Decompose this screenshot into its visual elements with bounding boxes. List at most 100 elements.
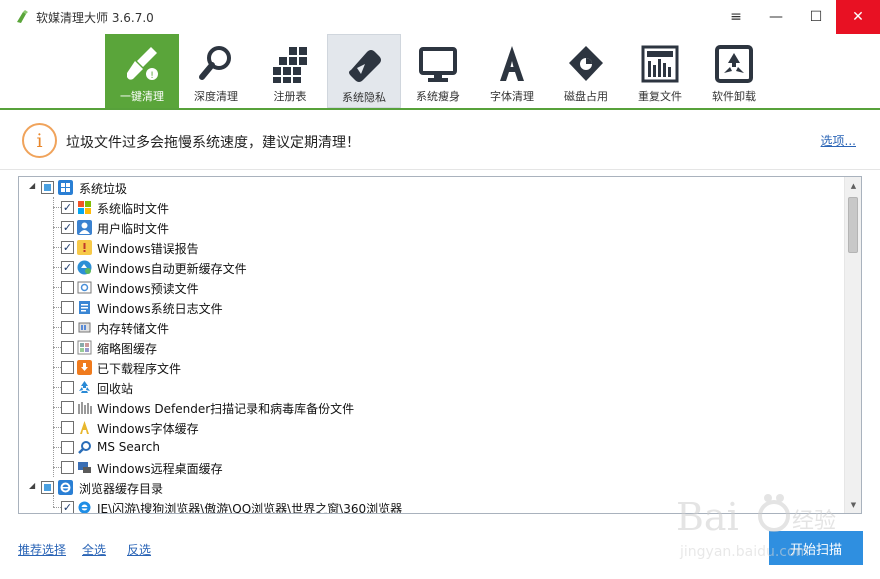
minimize-button[interactable]: — (756, 0, 796, 34)
item-label: IE\闪游\搜狗浏览器\傲游\QQ浏览器\世界之窗\360浏览器 (97, 502, 403, 514)
svg-text:经验: 经验 (792, 509, 836, 534)
item-label: 回收站 (97, 382, 134, 396)
download-icon (77, 360, 92, 375)
scrollbar-thumb[interactable] (848, 197, 858, 253)
menu-button[interactable]: ≡ (716, 0, 756, 34)
tree-guide (53, 327, 61, 328)
windows-logo-icon (58, 180, 73, 195)
invert-select-link[interactable]: 反选 (127, 541, 151, 558)
remote-desktop-icon (78, 462, 91, 473)
group-label: 浏览器缓存目录 (79, 482, 164, 496)
tree-item[interactable]: Windows Defender扫描记录和病毒库备份文件 (19, 397, 845, 417)
memory-dump-icon (78, 322, 91, 333)
tree-guide (53, 347, 61, 348)
group-label: 系统垃圾 (79, 182, 128, 196)
tab-label: 磁盘占用 (564, 90, 608, 103)
close-button[interactable]: ✕ (836, 0, 880, 34)
error-report-icon (77, 240, 92, 255)
tab-one-click-clean[interactable]: ! 一键清理 (105, 34, 179, 108)
item-checkbox[interactable] (61, 421, 74, 434)
maximize-button[interactable]: ☐ (796, 0, 836, 34)
tree-guide (53, 207, 61, 208)
item-checkbox[interactable] (61, 361, 74, 374)
collapse-arrow-icon[interactable]: ◢ (29, 481, 39, 493)
select-all-link[interactable]: 全选 (82, 541, 106, 558)
recommend-select-link[interactable]: 推荐选择 (18, 541, 66, 558)
group-checkbox[interactable] (41, 481, 54, 494)
tree-item[interactable]: Windows字体缓存 (19, 417, 845, 437)
tree-guide (53, 407, 61, 408)
item-checkbox[interactable] (61, 441, 74, 454)
font-a-icon (500, 46, 524, 81)
item-label: Windows自动更新缓存文件 (97, 262, 247, 276)
tree-item[interactable]: ✓ Windows错误报告 (19, 237, 845, 257)
tab-deep-clean[interactable]: 深度清理 (179, 34, 253, 108)
tree-item[interactable]: 回收站 (19, 377, 845, 397)
tab-label: 深度清理 (194, 90, 238, 103)
tree-guide (53, 227, 61, 228)
item-checkbox[interactable]: ✓ (61, 201, 74, 214)
scroll-up-arrow-icon[interactable]: ▲ (845, 177, 861, 194)
tab-system-slim[interactable]: 系统瘦身 (401, 34, 475, 108)
tab-label: 字体清理 (490, 90, 534, 103)
thumbnail-icon (77, 340, 92, 355)
item-checkbox[interactable] (61, 281, 74, 294)
recycle-box-icon (715, 45, 753, 83)
browser-icon (58, 480, 73, 495)
tab-duplicate-files[interactable]: 重复文件 (623, 34, 697, 108)
tree-item[interactable]: MS Search (19, 437, 845, 457)
eraser-icon (349, 50, 381, 82)
tree-guide (53, 267, 61, 268)
item-label: Windows Defender扫描记录和病毒库备份文件 (97, 402, 355, 416)
tree-item[interactable]: Windows预读文件 (19, 277, 845, 297)
tree-guide (53, 427, 61, 428)
tab-label: 重复文件 (638, 90, 682, 103)
tree-item[interactable]: ✓ 用户临时文件 (19, 217, 845, 237)
tree-item[interactable]: 内存转储文件 (19, 317, 845, 337)
item-label: Windows预读文件 (97, 282, 199, 296)
tree-item[interactable]: Windows系统日志文件 (19, 297, 845, 317)
item-checkbox[interactable]: ✓ (61, 261, 74, 274)
item-checkbox[interactable]: ✓ (61, 501, 74, 513)
tree-guide (53, 287, 61, 288)
tab-system-privacy[interactable]: 系统隐私 (327, 34, 401, 108)
tab-label: 注册表 (273, 90, 307, 103)
options-link[interactable]: 选项... (821, 132, 856, 149)
title-bar: 软媒清理大师 3.6.7.0 ≡ — ☐ ✕ (0, 0, 880, 34)
tree-item[interactable]: 缩略图缓存 (19, 337, 845, 357)
item-checkbox[interactable]: ✓ (61, 241, 74, 254)
tree-item[interactable]: Windows远程桌面缓存 (19, 457, 845, 477)
group-checkbox[interactable] (41, 181, 54, 194)
vertical-scrollbar[interactable]: ▲ ▼ (844, 177, 861, 513)
monitor-icon (419, 47, 457, 82)
item-checkbox[interactable] (61, 301, 74, 314)
tree-group[interactable]: ◢ 系统垃圾 (19, 177, 845, 197)
main-toolbar: ! 一键清理 深度清理 注册表 系统隐私 系统瘦身 字体清理 磁盘占用 重复文件… (0, 34, 880, 110)
tree-item[interactable]: 已下载程序文件 (19, 357, 845, 377)
tab-software-uninstall[interactable]: 软件卸载 (697, 34, 771, 108)
tab-registry[interactable]: 注册表 (253, 34, 327, 108)
collapse-arrow-icon[interactable]: ◢ (29, 181, 39, 193)
tab-font-clean[interactable]: 字体清理 (475, 34, 549, 108)
search-icon (78, 441, 91, 454)
tree-item[interactable]: ✓ Windows自动更新缓存文件 (19, 257, 845, 277)
item-checkbox[interactable]: ✓ (61, 221, 74, 234)
item-checkbox[interactable] (61, 381, 74, 394)
window-title: 软媒清理大师 3.6.7.0 (36, 10, 154, 25)
item-label: Windows系统日志文件 (97, 302, 223, 316)
item-checkbox[interactable] (61, 461, 74, 474)
app-logo-icon (17, 10, 28, 23)
tree-item[interactable]: ✓ 系统临时文件 (19, 197, 845, 217)
windows-flag-icon (78, 201, 91, 214)
font-cache-icon (80, 421, 89, 434)
item-checkbox[interactable] (61, 321, 74, 334)
item-label: Windows错误报告 (97, 242, 199, 256)
item-checkbox[interactable] (61, 341, 74, 354)
tree-guide (53, 387, 61, 388)
tree-guide (53, 507, 61, 508)
item-label: 用户临时文件 (97, 222, 170, 236)
tab-disk-usage[interactable]: 磁盘占用 (549, 34, 623, 108)
notice-bar: i 垃圾文件过多会拖慢系统速度，建议定期清理！ 选项... (0, 112, 880, 170)
recycle-bin-icon (79, 381, 90, 393)
item-checkbox[interactable] (61, 401, 74, 414)
